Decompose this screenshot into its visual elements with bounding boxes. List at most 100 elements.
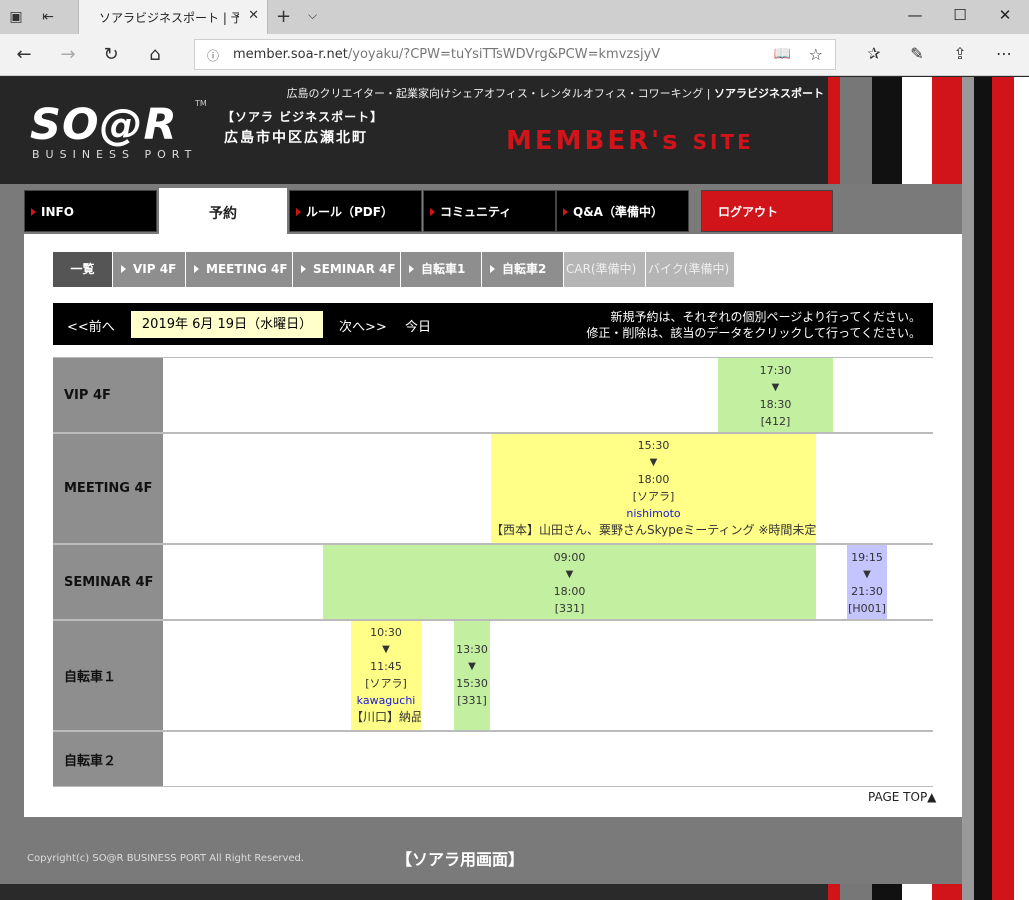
forward-icon[interactable]: → [56,44,80,65]
site-header: SO@R TM BUSINESS PORT 【ソアラ ビジネスポート】 広島市中… [0,77,828,184]
member-title-big: MEMBER's [506,126,681,156]
subnav-meeting-4f[interactable]: MEETING 4F [186,252,293,287]
booking-block[interactable]: 19:15 ▼ 21:30 [H001] [847,545,887,619]
booking-block[interactable]: 15:30 ▼ 18:00 [ソアラ] nishimoto 【西本】山田さん、粟… [491,434,816,543]
row-label: VIP 4F [53,358,163,432]
instructions: 新規予約は、それぞれの個別ページより行ってください。 修正・削除は、該当のデータ… [586,309,921,341]
booking-room: [331] [457,694,487,707]
prev-day-link[interactable]: <<前へ [67,316,115,335]
row-label: 自転車１ [53,621,163,730]
nav-info[interactable]: INFO [24,190,157,232]
subnav-bike: バイク(準備中) [646,252,735,287]
location-address: 広島市中区広瀬北町 [224,130,368,146]
row-label: SEMINAR 4F [53,545,163,619]
today-link[interactable]: 今日 [405,316,431,335]
chevron-down-icon[interactable]: ⌵ [308,8,317,23]
subnav-seminar-4f[interactable]: SEMINAR 4F [293,252,401,287]
booking-start: 10:30 [370,626,402,639]
stripe-decoration [992,77,1014,900]
instruction-edit: 修正・削除は、該当のデータをクリックして行ってください。 [586,326,921,340]
booking-end: 21:30 [851,585,883,598]
row-label: 自転車２ [53,732,163,786]
minimize-icon[interactable]: — [905,6,925,24]
url-field[interactable]: ⓘ member.soa-r.net/yoyaku/?CPW=tuYsiTTsW… [194,39,836,70]
favorites-hub-icon[interactable]: ✰ [862,44,886,63]
nav-community[interactable]: コミュニティ [423,190,556,232]
set-aside-tabs-icon[interactable]: ⇤ [38,7,58,27]
arrow-down-icon: ▼ [468,661,476,672]
schedule-row-vip: VIP 4F 17:30 ▼ 18:30 [412] [53,357,933,433]
arrow-down-icon: ▼ [771,382,780,393]
booking-block[interactable]: 13:30 ▼ 15:30 [331] [454,621,490,730]
browser-tab-bar: ▣ ⇤ ソアラビジネスポート | 予約· ✕ + ⌵ — ☐ ✕ [0,0,1029,34]
info-icon[interactable]: ⓘ [207,47,219,64]
more-icon[interactable]: ⋯ [992,44,1016,63]
share-icon[interactable]: ⇪ [948,44,972,63]
schedule-row-meeting: MEETING 4F 15:30 ▼ 18:00 [ソアラ] nishimoto… [53,433,933,544]
next-day-link[interactable]: 次へ>> [339,316,387,335]
stripe-decoration [974,77,992,900]
web-page: SO@R TM BUSINESS PORT 【ソアラ ビジネスポート】 広島市中… [0,77,1029,900]
schedule-row-seminar: SEMINAR 4F 09:00 ▼ 18:00 [331] 19:15 ▼ 2… [53,544,933,620]
member-site-title: MEMBER's SITE [506,126,754,156]
subnav-car: CAR(準備中) [564,252,646,287]
stripe-decoration [962,77,974,900]
booking-start: 13:30 [456,643,488,656]
booking-start: 19:15 [851,551,883,564]
location-name: 【ソアラ ビジネスポート】 [222,110,384,124]
booking-org: [ソアラ] [632,490,675,503]
new-tab-icon[interactable]: + [276,6,291,27]
nav-reservation[interactable]: 予約 [159,188,287,236]
booking-org: [ソアラ] [365,677,407,690]
stripe-decoration [1014,77,1029,900]
subnav-bicycle-2[interactable]: 自転車2 [482,252,564,287]
booking-end: 11:45 [370,660,402,673]
arrow-down-icon: ▼ [565,569,574,580]
subnav-bicycle-1[interactable]: 自転車1 [401,252,482,287]
copyright-text: Copyright(c) SO@R BUSINESS PORT All Righ… [27,853,305,864]
site-logo[interactable]: SO@R [30,100,178,150]
back-icon[interactable]: ← [12,44,36,65]
current-date: 2019年 6月 19日（水曜日） [131,311,323,338]
schedule-row-bicycle-1: 自転車１ 10:30 ▼ 11:45 [ソアラ] kawaguchi 【川口】納… [53,620,933,731]
booking-end: 18:30 [759,398,792,411]
schedule-row-bicycle-2: 自転車２ [53,731,933,787]
close-tab-icon[interactable]: ✕ [248,8,259,23]
booking-user: nishimoto [626,507,681,520]
booking-note: 【西本】山田さん、粟野さんSkypeミーティング ※時間未定 [491,523,816,537]
booking-start: 15:30 [637,439,670,452]
nav-logout[interactable]: ログアウト [701,190,833,232]
nav-qa[interactable]: Q&A（準備中） [556,190,689,232]
url-host: member.soa-r.net [233,47,348,62]
reading-view-icon[interactable]: 📖 [774,46,791,62]
trademark-mark: TM [195,99,207,108]
browser-tab[interactable]: ソアラビジネスポート | 予約· ✕ [78,0,268,34]
nav-rules-pdf[interactable]: ルール（PDF） [289,190,422,232]
page-top-link[interactable]: PAGE TOP▲ [868,790,936,804]
favorite-star-icon[interactable]: ☆ [809,45,823,64]
booking-block[interactable]: 10:30 ▼ 11:45 [ソアラ] kawaguchi 【川口】納品 [351,621,421,730]
subnav-all[interactable]: 一覧 [53,252,113,287]
booking-end: 18:00 [553,585,586,598]
tagline-text: 広島のクリエイター・起業家向けシェアオフィス・レンタルオフィス・コワーキング | [286,87,711,100]
close-window-icon[interactable]: ✕ [995,6,1015,24]
booking-room: [331] [554,602,585,615]
instruction-new: 新規予約は、それぞれの個別ページより行ってください。 [610,310,921,324]
tagline: 広島のクリエイター・起業家向けシェアオフィス・レンタルオフィス・コワーキング |… [287,85,825,101]
booking-end: 15:30 [456,677,488,690]
refresh-icon[interactable]: ↻ [99,44,123,65]
booking-block[interactable]: 17:30 ▼ 18:30 [412] [718,358,833,432]
subnav-vip-4f[interactable]: VIP 4F [113,252,186,287]
address-bar-row: ← → ↻ ⌂ ⓘ member.soa-r.net/yoyaku/?CPW=t… [0,34,1029,76]
home-icon[interactable]: ⌂ [143,44,167,65]
pen-icon[interactable]: ✎ [905,44,929,63]
tagline-brand: ソアラビジネスポート [714,87,824,100]
arrow-down-icon: ▼ [863,569,871,580]
maximize-icon[interactable]: ☐ [950,6,970,24]
booking-block[interactable]: 09:00 ▼ 18:00 [331] [323,545,816,619]
tab-actions-icon[interactable]: ▣ [6,7,26,27]
booking-end: 18:00 [637,473,670,486]
screen-caption: 【ソアラ用画面】 [396,850,525,869]
row-label: MEETING 4F [53,434,163,543]
booking-start: 17:30 [759,364,792,377]
